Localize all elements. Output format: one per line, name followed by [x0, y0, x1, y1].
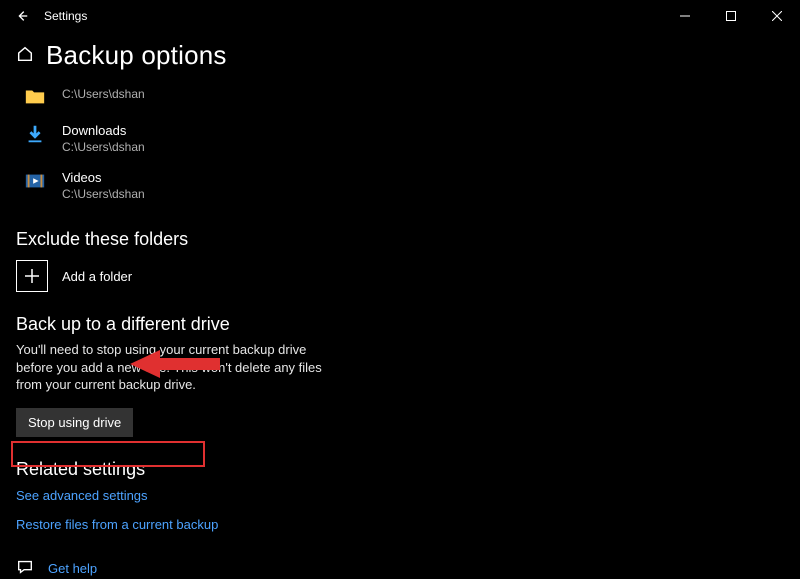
stop-using-drive-button[interactable]: Stop using drive	[16, 408, 133, 437]
folder-name: Videos	[62, 170, 145, 185]
app-title: Settings	[44, 9, 87, 23]
back-button[interactable]	[14, 8, 30, 24]
folder-icon	[24, 85, 46, 107]
restore-files-link[interactable]: Restore files from a current backup	[16, 517, 218, 532]
plus-icon	[16, 260, 48, 292]
folder-path: C:\Users\dshan	[62, 187, 145, 201]
download-icon	[24, 123, 46, 145]
folder-item[interactable]: C:\Users\dshan	[16, 79, 800, 117]
folder-path: C:\Users\dshan	[62, 140, 145, 154]
maximize-button[interactable]	[708, 0, 754, 32]
diff-drive-heading: Back up to a different drive	[16, 314, 800, 335]
related-heading: Related settings	[16, 459, 800, 480]
see-advanced-settings-link[interactable]: See advanced settings	[16, 488, 148, 503]
folder-name: Downloads	[62, 123, 145, 138]
folder-item[interactable]: Downloads C:\Users\dshan	[16, 117, 800, 164]
close-button[interactable]	[754, 0, 800, 32]
exclude-heading: Exclude these folders	[16, 229, 800, 250]
backup-folder-list: C:\Users\dshan Downloads C:\Users\dshan …	[16, 79, 800, 211]
add-folder-label: Add a folder	[62, 269, 132, 284]
page-title: Backup options	[46, 40, 227, 71]
video-icon	[24, 170, 46, 192]
get-help-row[interactable]: Get help	[16, 558, 800, 579]
folder-item[interactable]: Videos C:\Users\dshan	[16, 164, 800, 211]
folder-path: C:\Users\dshan	[62, 87, 145, 101]
get-help-link[interactable]: Get help	[48, 561, 97, 576]
minimize-button[interactable]	[662, 0, 708, 32]
add-folder-row[interactable]: Add a folder	[16, 260, 800, 292]
diff-drive-desc: You'll need to stop using your current b…	[16, 341, 346, 394]
home-icon[interactable]	[16, 45, 34, 66]
title-bar: Settings	[0, 0, 800, 32]
chat-icon	[16, 558, 34, 579]
